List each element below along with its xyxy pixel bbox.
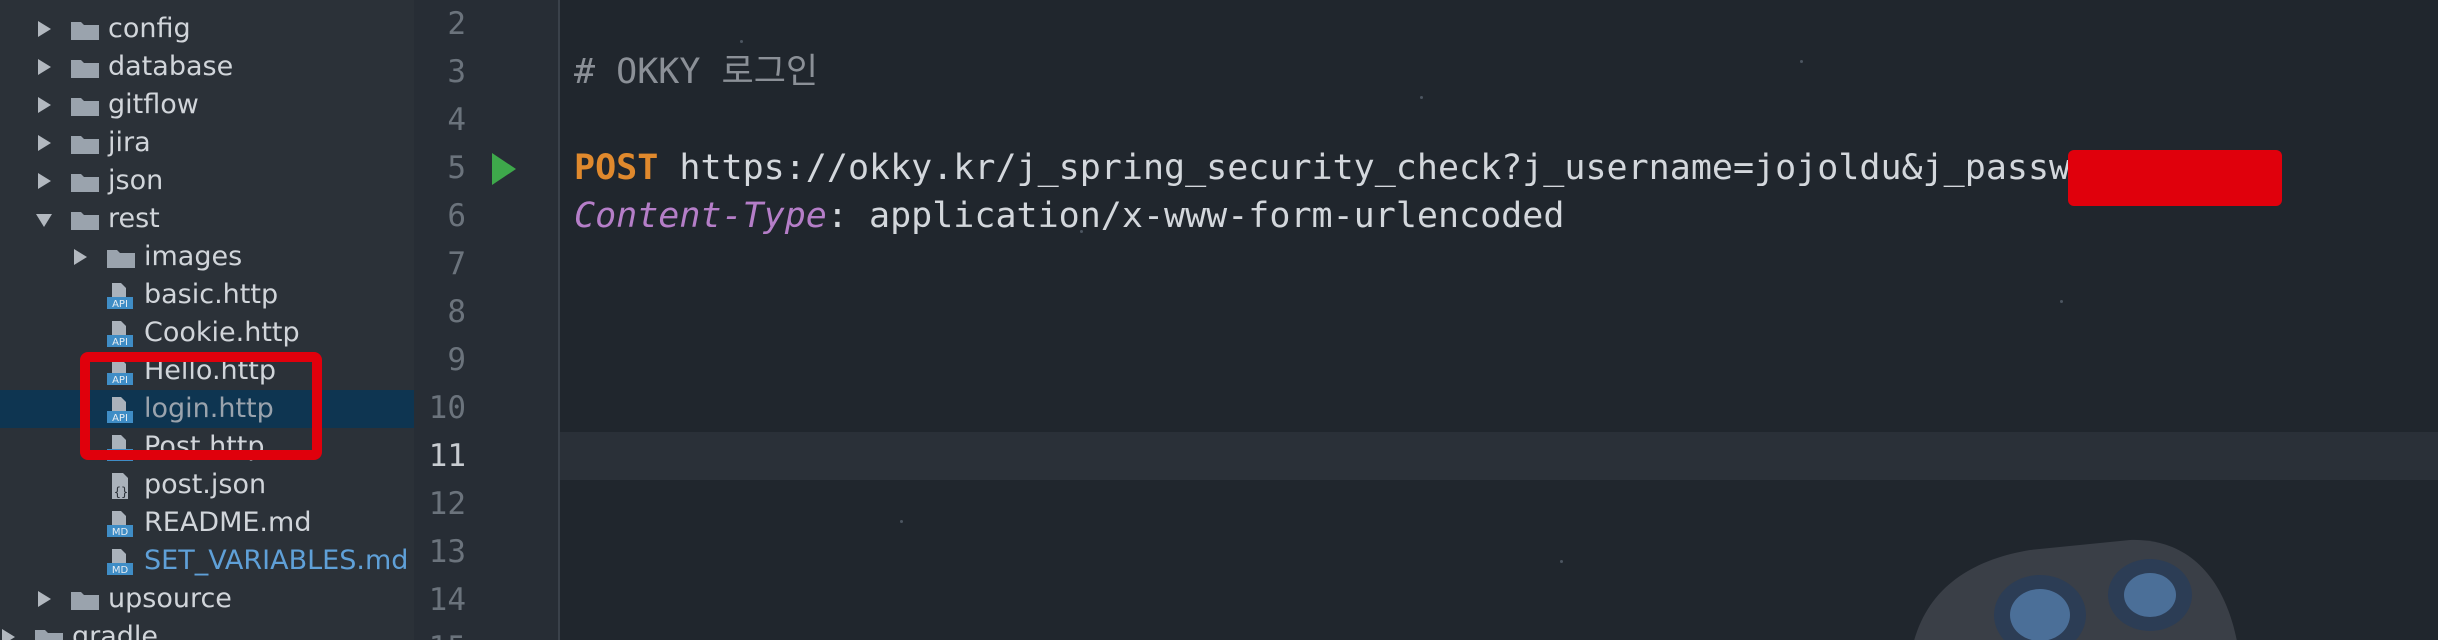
tree-item-post-json[interactable]: {} post.json — [0, 466, 414, 504]
tree-item-set-variables-md[interactable]: MD SET_VARIABLES.md — [0, 542, 414, 580]
tree-item-label: images — [144, 241, 243, 272]
line-number: 4 — [447, 102, 466, 138]
tree-item-label: gitflow — [108, 89, 199, 120]
current-line-highlight — [560, 432, 2438, 480]
header-key: Content-Type — [574, 196, 827, 236]
code-line-request[interactable]: POST https://okky.kr/j_spring_security_c… — [574, 148, 2154, 188]
line-number: 9 — [447, 342, 466, 378]
background-artwork-icon — [1914, 539, 2237, 640]
folder-icon — [71, 212, 99, 230]
tree-item-label: gradle — [72, 621, 159, 640]
tree-item-label: upsource — [108, 583, 232, 614]
svg-text:MD: MD — [112, 527, 129, 538]
sparkle-icon — [1800, 60, 1803, 63]
tree-item-config[interactable]: config — [0, 10, 414, 48]
line-number: 12 — [428, 486, 466, 522]
tree-item-basic-http[interactable]: API basic.http — [0, 276, 414, 314]
svg-text:MD: MD — [112, 565, 129, 576]
sparkle-icon — [1560, 560, 1563, 563]
project-tree: config database gitflow jira json rest i… — [0, 0, 414, 640]
tree-item-upsource[interactable]: upsource — [0, 580, 414, 618]
ide-window: config database gitflow jira json rest i… — [0, 0, 2438, 640]
tree-item-label: json — [108, 165, 164, 196]
folder-icon — [71, 98, 99, 116]
folder-icon — [71, 22, 99, 40]
line-number: 3 — [447, 54, 466, 90]
chevron-right-icon[interactable] — [38, 135, 51, 151]
chevron-right-icon[interactable] — [38, 591, 51, 607]
tree-item-label: database — [108, 51, 234, 82]
sparkle-icon — [740, 40, 743, 43]
tree-item-readme-md[interactable]: MD README.md — [0, 504, 414, 542]
chevron-down-icon[interactable] — [36, 214, 52, 227]
sparkle-icon — [2060, 300, 2063, 303]
http-method: POST — [574, 148, 659, 188]
line-number: 14 — [428, 582, 466, 618]
folder-icon — [71, 60, 99, 78]
chevron-right-icon[interactable] — [2, 629, 15, 640]
svg-text:{}: {} — [114, 485, 128, 499]
line-number: 2 — [447, 6, 466, 42]
tree-item-jira[interactable]: jira — [0, 124, 414, 162]
tree-item-gradle[interactable]: gradle — [0, 618, 414, 640]
line-number: 13 — [428, 534, 466, 570]
tree-item-label: SET_VARIABLES.md — [144, 545, 409, 576]
sparkle-icon — [1420, 96, 1423, 99]
line-number: 10 — [428, 390, 466, 426]
run-request-icon[interactable] — [492, 153, 516, 185]
folder-icon — [35, 630, 63, 640]
tree-item-label: config — [108, 13, 191, 44]
api-file-icon: API — [107, 283, 133, 310]
password-redaction-box — [2068, 150, 2282, 206]
svg-text:API: API — [112, 337, 128, 348]
chevron-right-icon[interactable] — [38, 59, 51, 75]
chevron-right-icon[interactable] — [38, 21, 51, 37]
line-number: 6 — [447, 198, 466, 234]
code-line-header[interactable]: Content-Type: application/x-www-form-url… — [574, 196, 1564, 236]
line-number: 7 — [447, 246, 466, 282]
gutter-divider — [558, 0, 560, 640]
svg-text:API: API — [112, 299, 128, 310]
highlight-annotation-box — [80, 352, 322, 460]
folder-icon — [71, 136, 99, 154]
markdown-file-icon: MD — [107, 511, 133, 538]
folder-icon — [71, 174, 99, 192]
tree-item-images[interactable]: images — [0, 238, 414, 276]
api-file-icon: API — [107, 321, 133, 348]
line-number: 8 — [447, 294, 466, 330]
tree-item-label: rest — [108, 203, 160, 234]
tree-item-rest[interactable]: rest — [0, 200, 414, 238]
chevron-right-icon[interactable] — [38, 173, 51, 189]
markdown-file-icon: MD — [107, 549, 133, 576]
tree-item-cookie-http[interactable]: API Cookie.http — [0, 314, 414, 352]
tree-item-json[interactable]: json — [0, 162, 414, 200]
code-line-comment[interactable]: # OKKY 로그인 — [574, 52, 818, 92]
tree-item-label: Cookie.http — [144, 317, 300, 348]
tree-item-label: jira — [108, 127, 151, 158]
line-number: 5 — [447, 150, 466, 186]
tree-item-label: README.md — [144, 507, 312, 538]
request-url: https://okky.kr/j_spring_security_check?… — [658, 148, 2155, 188]
sparkle-icon — [900, 520, 903, 523]
line-number: 15 — [414, 630, 466, 640]
tree-item-label: post.json — [144, 469, 267, 500]
folder-icon — [71, 592, 99, 610]
json-file-icon: {} — [112, 473, 128, 499]
tree-item-gitflow[interactable]: gitflow — [0, 86, 414, 124]
tree-item-database[interactable]: database — [0, 48, 414, 86]
chevron-right-icon[interactable] — [38, 97, 51, 113]
line-number-active: 11 — [428, 438, 466, 474]
folder-icon — [107, 250, 135, 268]
header-value: : application/x-www-form-urlencoded — [826, 196, 1565, 236]
tree-item-label: basic.http — [144, 279, 279, 310]
chevron-right-icon[interactable] — [74, 249, 87, 265]
